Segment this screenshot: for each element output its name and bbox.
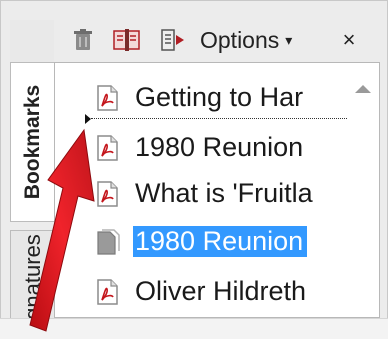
tab-bookmarks-label: Bookmarks	[20, 84, 44, 200]
bookmark-label: Getting to Har	[135, 81, 304, 112]
panel-bottom-edge	[0, 318, 388, 339]
pdf-page-icon	[97, 181, 118, 207]
tab-bookmarks[interactable]: Bookmarks	[10, 62, 54, 222]
tab-signatures[interactable]: gnatures	[10, 230, 54, 324]
scroll-up-arrow-icon[interactable]	[355, 85, 371, 93]
bookmarks-list: Getting to Har 1980 Reunion What is 'Fru…	[55, 63, 347, 319]
options-menu-button[interactable]: Options ▾	[200, 26, 292, 54]
trash-icon	[74, 29, 92, 50]
bookmark-label: 1980 Reunion	[133, 225, 308, 257]
expand-bookmark-button[interactable]	[160, 28, 186, 52]
expand-bookmark-icon	[161, 29, 184, 51]
bookmark-item-selected[interactable]: 1980 Reunion	[55, 221, 347, 261]
bookmark-label: Oliver Hildreth	[135, 275, 307, 306]
tab-area-background	[10, 20, 54, 62]
pdf-page-icon	[97, 135, 118, 161]
options-label: Options	[200, 26, 280, 53]
bookmarks-toolbar: Options ▾ ×	[62, 16, 380, 60]
new-bookmark-button[interactable]	[112, 28, 142, 52]
new-bookmark-icon	[113, 29, 140, 51]
delete-bookmark-button[interactable]	[72, 28, 94, 52]
bookmarks-list-panel: Getting to Har 1980 Reunion What is 'Fru…	[54, 62, 380, 318]
drop-indicator-marker	[85, 114, 91, 124]
pdf-page-icon	[97, 279, 118, 305]
chevron-down-icon: ▾	[285, 31, 293, 48]
bookmark-item[interactable]: What is 'Fruitla	[55, 173, 347, 213]
vertical-scrollbar[interactable]	[347, 63, 379, 317]
close-button[interactable]: ×	[336, 26, 362, 54]
pdf-page-icon	[97, 85, 118, 111]
bookmark-item[interactable]: 1980 Reunion	[55, 127, 347, 167]
drop-indicator-line	[91, 118, 347, 119]
bookmark-label: What is 'Fruitla	[135, 177, 313, 208]
blank-page-icon	[97, 229, 120, 255]
bookmark-label: 1980 Reunion	[135, 131, 304, 162]
bookmark-item[interactable]: Oliver Hildreth	[55, 271, 347, 311]
bookmark-item[interactable]: Getting to Har	[55, 77, 347, 117]
tab-signatures-label: gnatures	[19, 234, 45, 320]
